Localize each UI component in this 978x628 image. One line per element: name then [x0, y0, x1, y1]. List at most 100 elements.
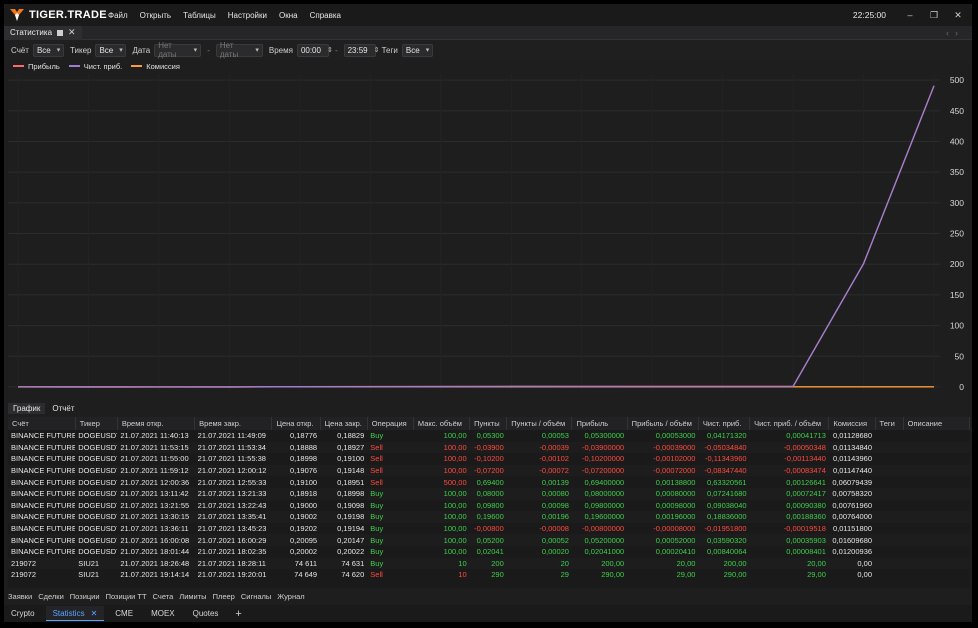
- table-cell: 21.07.2021 13:22:43: [197, 500, 267, 510]
- panel-tab-journal[interactable]: Журнал: [277, 592, 304, 601]
- panel-tab-accounts[interactable]: Счета: [153, 592, 174, 601]
- table-row[interactable]: 219072 SIU21 21.07.2021 19:14:14 21.07.2021…: [8, 569, 970, 581]
- column-header[interactable]: Прибыль / объём: [627, 417, 699, 430]
- panel-tab-player[interactable]: Плеер: [213, 592, 235, 601]
- panel-tab-signals[interactable]: Сигналы: [241, 592, 271, 601]
- restore-icon[interactable]: ❐: [922, 10, 946, 21]
- close-icon[interactable]: ✕: [946, 10, 970, 21]
- table-row[interactable]: BINANCE FUTURES DOGEUSDT 21.07.2021 12:00:…: [8, 476, 970, 488]
- table-cell: Buy: [367, 511, 414, 523]
- table-cell: 0,69400: [476, 477, 504, 487]
- date-from-select[interactable]: Нет даты ▾: [154, 41, 202, 59]
- workspace-quotes[interactable]: Quotes: [186, 606, 226, 621]
- table-cell: -0,00083474: [749, 464, 829, 477]
- column-header[interactable]: Цена откр.: [271, 417, 321, 430]
- menu-file[interactable]: Файл: [108, 11, 128, 20]
- statistics-line-chart[interactable]: 0 50 100 150 200 250 300 350 400 450 500: [8, 72, 970, 398]
- table-cell: 219072: [11, 570, 37, 580]
- table-cell: [903, 430, 969, 442]
- column-header[interactable]: Теги: [875, 417, 904, 430]
- table-cell: 0,00138800: [655, 477, 696, 487]
- menu-open[interactable]: Открыть: [140, 11, 171, 20]
- table-row[interactable]: BINANCE FUTURES DOGEUSDT 21.07.2021 13:21:…: [8, 500, 970, 512]
- table-row[interactable]: BINANCE FUTURES DOGEUSDT 21.07.2021 11:59:…: [8, 464, 970, 477]
- panel-tab-positions-tt[interactable]: Позиции ТТ: [106, 592, 147, 601]
- table-cell: 0,20147: [320, 534, 368, 546]
- workspace-quotes-label: Quotes: [192, 609, 219, 618]
- table-row[interactable]: BINANCE FUTURES DOGEUSDT 21.07.2021 11:55:…: [8, 453, 970, 465]
- legend-item-commission[interactable]: Комиссия: [131, 62, 180, 71]
- chevron-down-icon: ▾: [56, 47, 61, 54]
- tab-chart[interactable]: График: [8, 402, 46, 414]
- panel-tab-deals[interactable]: Сделки: [38, 592, 64, 601]
- account-select[interactable]: Все ▾: [32, 43, 64, 57]
- time-to-spinner[interactable]: 23:59 ⇕: [343, 43, 380, 57]
- table-header: Счёт Тикер Время откр. Время закр. Цена откр…: [8, 417, 970, 430]
- column-header[interactable]: Время откр.: [117, 417, 196, 430]
- tab-scroll-arrows-icon[interactable]: ‹›: [946, 28, 964, 38]
- time-from-spinner[interactable]: 00:00 ⇕: [296, 43, 333, 57]
- workspace-statistics[interactable]: Statistics ✕: [45, 606, 105, 621]
- table-cell: DOGEUSDT: [75, 464, 118, 477]
- column-header[interactable]: Счёт: [8, 417, 76, 430]
- panel-tab-positions[interactable]: Позиции: [70, 592, 100, 601]
- table-row[interactable]: BINANCE FUTURES DOGEUSDT 21.07.2021 11:53:…: [8, 441, 970, 454]
- close-tab-icon[interactable]: ✕: [68, 27, 76, 38]
- panel-tab-limits[interactable]: Лимиты: [179, 592, 206, 601]
- close-workspace-icon[interactable]: ✕: [91, 609, 98, 618]
- y-tick-label: 100: [950, 321, 964, 331]
- ticker-select[interactable]: Все ▾: [95, 43, 127, 57]
- table-cell: Sell: [367, 464, 414, 477]
- table-row[interactable]: BINANCE FUTURES DOGEUSDT 21.07.2021 13:36:…: [8, 523, 970, 535]
- table-cell: 0,09038040: [706, 500, 747, 510]
- table-row[interactable]: BINANCE FUTURES DOGEUSDT 21.07.2021 18:01:…: [8, 546, 970, 558]
- menu-tables[interactable]: Таблицы: [183, 11, 216, 20]
- column-header[interactable]: Прибыль: [571, 417, 628, 430]
- table-cell: 0,05200000: [571, 534, 628, 546]
- column-header[interactable]: Время закр.: [194, 417, 273, 430]
- table-row[interactable]: BINANCE FUTURES DOGEUSDT 21.07.2021 13:30:…: [8, 511, 970, 523]
- table-cell: -0,11343960: [705, 454, 747, 464]
- maximize-tab-icon[interactable]: [57, 29, 64, 36]
- legend-item-profit[interactable]: Прибыль: [13, 62, 60, 71]
- column-header[interactable]: Тикер: [75, 417, 118, 430]
- table-row[interactable]: 219072 SIU21 21.07.2021 18:26:48 21.07.2021…: [8, 557, 970, 570]
- panel-tab-orders[interactable]: Заявки: [8, 592, 32, 601]
- table-cell: 290,00: [723, 570, 747, 580]
- table-row[interactable]: BINANCE FUTURES DOGEUSDT 21.07.2021 11:40:…: [8, 430, 970, 442]
- table-row[interactable]: BINANCE FUTURES DOGEUSDT 21.07.2021 13:11:…: [8, 487, 970, 500]
- tab-bar: Статистика ✕ ‹›: [4, 25, 972, 40]
- workspace-crypto[interactable]: Crypto: [4, 606, 42, 621]
- menu-help[interactable]: Справка: [310, 11, 341, 20]
- table-row[interactable]: BINANCE FUTURES DOGEUSDT 21.07.2021 16:00:…: [8, 534, 970, 546]
- spinner-arrows-icon[interactable]: ⇕: [374, 46, 380, 54]
- table-cell: [875, 546, 903, 558]
- table-cell: -0,05034840: [698, 441, 750, 454]
- menu-windows[interactable]: Окна: [279, 11, 298, 20]
- table-cell: DOGEUSDT: [75, 534, 118, 546]
- legend-item-net-profit[interactable]: Чист. приб.: [68, 62, 122, 71]
- tab-report[interactable]: Отчёт: [47, 403, 79, 414]
- tags-select[interactable]: Все ▾: [401, 43, 433, 57]
- column-header[interactable]: Чист. приб.: [698, 417, 751, 430]
- add-workspace-icon[interactable]: +: [229, 608, 247, 620]
- column-header[interactable]: Макс. объём: [413, 417, 471, 430]
- chevron-down-icon: ▾: [119, 47, 123, 54]
- minimize-icon[interactable]: –: [898, 10, 922, 21]
- column-header[interactable]: Описание: [903, 417, 970, 430]
- column-header[interactable]: Пункты: [469, 417, 508, 430]
- y-tick-label: 50: [955, 351, 965, 361]
- spinner-arrows-icon[interactable]: ⇕: [327, 46, 333, 54]
- date-to-select[interactable]: Нет даты ▾: [215, 41, 263, 59]
- column-header[interactable]: Чист. приб. / объём: [749, 417, 830, 430]
- column-header[interactable]: Пункты / объём: [506, 417, 573, 430]
- column-header[interactable]: Цена закр.: [320, 417, 368, 430]
- tab-statistics[interactable]: Статистика ✕: [4, 25, 82, 40]
- workspace-moex[interactable]: MOEX: [144, 606, 182, 621]
- table-cell: 0,69400000: [584, 477, 625, 487]
- table-cell: 100,00: [443, 500, 467, 510]
- column-header[interactable]: Операция: [367, 417, 414, 430]
- workspace-cme[interactable]: CME: [108, 606, 140, 621]
- column-header[interactable]: Комиссия: [828, 417, 876, 430]
- menu-settings[interactable]: Настройки: [228, 11, 267, 20]
